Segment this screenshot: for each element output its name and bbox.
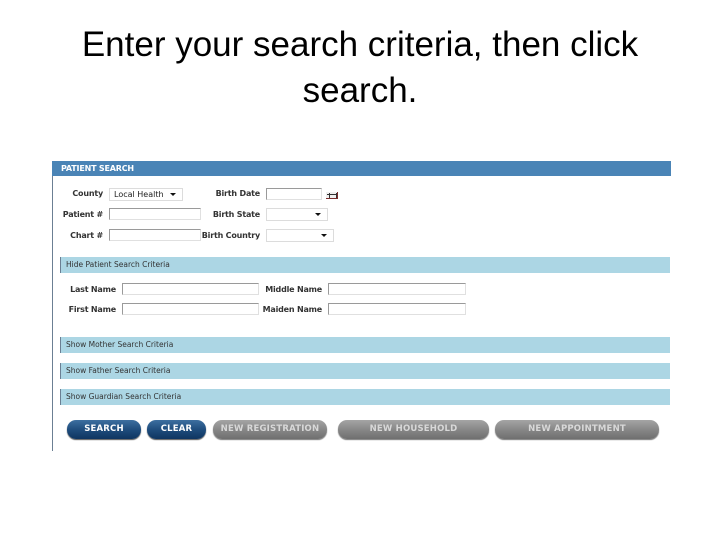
- birth-country-label: Birth Country: [201, 231, 260, 240]
- show-mother-criteria-toggle[interactable]: Show Mother Search Criteria: [60, 337, 670, 353]
- show-guardian-criteria-toggle[interactable]: Show Guardian Search Criteria: [60, 389, 670, 405]
- patient-number-label: Patient #: [62, 210, 103, 219]
- birth-state-select[interactable]: [266, 208, 328, 221]
- last-name-input[interactable]: [122, 283, 259, 295]
- birth-date-input[interactable]: [266, 188, 322, 200]
- first-name-label: First Name: [68, 305, 117, 314]
- panel-border: [52, 176, 53, 451]
- chevron-down-icon: [315, 213, 321, 216]
- calendar-icon[interactable]: [326, 192, 338, 199]
- patient-search-panel: PATIENT SEARCH County Local Health Birth…: [52, 161, 671, 451]
- clear-button[interactable]: CLEAR: [147, 420, 206, 439]
- new-registration-button[interactable]: NEW REGISTRATION: [213, 420, 327, 439]
- birth-state-label: Birth State: [212, 210, 260, 219]
- hide-patient-criteria-toggle[interactable]: Hide Patient Search Criteria: [60, 257, 670, 273]
- chevron-down-icon: [170, 193, 176, 196]
- new-appointment-button[interactable]: NEW APPOINTMENT: [495, 420, 659, 439]
- panel-header: PATIENT SEARCH: [52, 161, 671, 176]
- show-father-criteria-toggle[interactable]: Show Father Search Criteria: [60, 363, 670, 379]
- birth-country-select[interactable]: [266, 229, 334, 242]
- middle-name-input[interactable]: [328, 283, 466, 295]
- county-value: Local Health: [114, 190, 164, 199]
- slide-title: Enter your search criteria, then click s…: [81, 25, 639, 110]
- chevron-down-icon: [321, 234, 327, 237]
- new-household-button[interactable]: NEW HOUSEHOLD: [338, 420, 489, 439]
- first-name-input[interactable]: [122, 303, 259, 315]
- patient-number-input[interactable]: [109, 208, 201, 220]
- birth-date-label: Birth Date: [215, 189, 261, 198]
- county-label: County: [72, 189, 103, 198]
- maiden-name-input[interactable]: [328, 303, 466, 315]
- search-button[interactable]: SEARCH: [67, 420, 141, 439]
- chart-number-input[interactable]: [109, 229, 201, 241]
- county-select[interactable]: Local Health: [109, 188, 183, 201]
- middle-name-label: Middle Name: [265, 285, 322, 294]
- last-name-label: Last Name: [70, 285, 116, 294]
- maiden-name-label: Maiden Name: [262, 305, 323, 314]
- chart-number-label: Chart #: [70, 231, 103, 240]
